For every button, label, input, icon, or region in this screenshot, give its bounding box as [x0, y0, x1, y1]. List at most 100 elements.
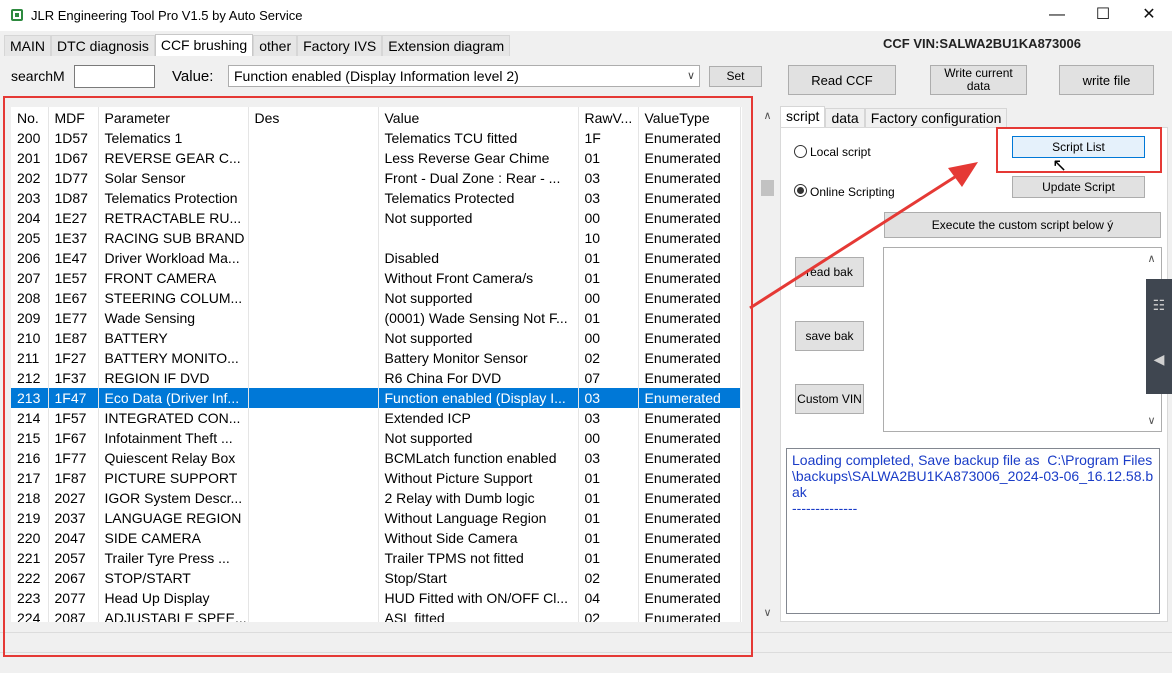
table-row[interactable]: 213 1F47 Eco Data (Driver Inf... Function e…	[11, 388, 741, 408]
tab-factory-ivs[interactable]: Factory IVS	[297, 35, 383, 56]
table-row[interactable]: 205 1E37 RACING SUB BRAND 10 Enumerated	[11, 228, 741, 248]
cell-des	[248, 448, 379, 468]
memo-scroll-up-icon[interactable]: ∧	[1142, 252, 1161, 265]
cell-rawvalue: 00	[578, 288, 639, 308]
table-row[interactable]: 208 1E67 STEERING COLUM... Not supported 00 E…	[11, 288, 741, 308]
write-current-data-button[interactable]: Write current data	[930, 65, 1027, 95]
cell-valuetype: Enumerated	[638, 588, 741, 608]
cell-value: Telematics TCU fitted	[378, 128, 579, 148]
cell-parameter: ADJUSTABLE SPEE...	[98, 608, 249, 622]
tab-data[interactable]: data	[825, 108, 865, 128]
close-button[interactable]: ✕	[1126, 0, 1172, 31]
tab-dtc-diagnosis[interactable]: DTC diagnosis	[51, 35, 155, 56]
scroll-down-icon[interactable]: ∨	[758, 606, 777, 619]
cell-des	[248, 468, 379, 488]
cell-valuetype: Enumerated	[638, 408, 741, 428]
table-row[interactable]: 224 2087 ADJUSTABLE SPEE... ASL fitted 02 Enu…	[11, 608, 741, 622]
column-header-value[interactable]: Value	[378, 107, 579, 128]
table-row[interactable]: 204 1E27 RETRACTABLE RU... Not supported 00 E…	[11, 208, 741, 228]
cell-des	[248, 268, 379, 288]
maximize-button[interactable]: ☐	[1080, 0, 1126, 31]
cell-valuetype: Enumerated	[638, 128, 741, 148]
table-row[interactable]: 219 2037 LANGUAGE REGION Without Language R…	[11, 508, 741, 528]
table-row[interactable]: 216 1F77 Quiescent Relay Box BCMLatch funct…	[11, 448, 741, 468]
scroll-up-icon[interactable]: ∧	[758, 109, 777, 122]
cell-parameter: FRONT CAMERA	[98, 268, 249, 288]
table-row[interactable]: 207 1E57 FRONT CAMERA Without Front Camera/…	[11, 268, 741, 288]
side-drawer-tab[interactable]: ☷ ◀	[1146, 279, 1172, 394]
main-tabs: MAIN DTC diagnosis CCF brushing other Fa…	[4, 34, 511, 56]
column-header-valuetype[interactable]: ValueType	[638, 107, 741, 128]
minimize-button[interactable]: —	[1034, 0, 1080, 31]
tab-ccf-brushing[interactable]: CCF brushing	[154, 34, 254, 56]
table-row[interactable]: 220 2047 SIDE CAMERA Without Side Camera 01 E…	[11, 528, 741, 548]
chevron-left-icon[interactable]: ◀	[1146, 351, 1172, 368]
table-row[interactable]: 210 1E87 BATTERY Not supported 00 Enumerated	[11, 328, 741, 348]
cell-mdf: 2077	[48, 588, 99, 608]
cell-value: BCMLatch function enabled	[378, 448, 579, 468]
value-select[interactable]: Function enabled (Display Information le…	[228, 65, 700, 87]
cell-no: 213	[11, 388, 49, 408]
tab-script[interactable]: script	[780, 106, 826, 128]
cell-mdf: 1E57	[48, 268, 99, 288]
tab-factory-configuration[interactable]: Factory configuration	[864, 108, 1008, 128]
memo-scroll-down-icon[interactable]: ∨	[1142, 414, 1161, 427]
table-row[interactable]: 211 1F27 BATTERY MONITO... Battery Monitor …	[11, 348, 741, 368]
table-row[interactable]: 203 1D87 Telematics Protection Telematics P…	[11, 188, 741, 208]
tab-other[interactable]: other	[253, 35, 298, 56]
column-header-parameter[interactable]: Parameter	[98, 107, 249, 128]
cell-parameter: Eco Data (Driver Inf...	[98, 388, 249, 408]
local-script-radio[interactable]	[794, 145, 807, 158]
online-scripting-radio[interactable]	[794, 184, 807, 197]
table-row[interactable]: 217 1F87 PICTURE SUPPORT Without Picture Su…	[11, 468, 741, 488]
script-list-button[interactable]: Script List	[1012, 136, 1145, 158]
cell-valuetype: Enumerated	[638, 248, 741, 268]
column-header-no[interactable]: No.	[11, 107, 49, 128]
table-scrollbar[interactable]: ∧ ∨	[758, 107, 777, 622]
table-row[interactable]: 218 2027 IGOR System Descr... 2 Relay with …	[11, 488, 741, 508]
cell-rawvalue: 01	[578, 528, 639, 548]
table-row[interactable]: 214 1F57 INTEGRATED CON... Extended ICP 03 En…	[11, 408, 741, 428]
cell-valuetype: Enumerated	[638, 528, 741, 548]
cell-no: 219	[11, 508, 49, 528]
write-file-button[interactable]: write file	[1059, 65, 1154, 95]
update-script-button[interactable]: Update Script	[1012, 176, 1145, 198]
cell-value: Trailer TPMS not fitted	[378, 548, 579, 568]
custom-script-textarea[interactable]: ∧ ∨	[883, 247, 1162, 432]
column-header-des[interactable]: Des	[248, 107, 379, 128]
scroll-thumb[interactable]	[761, 180, 774, 196]
cell-valuetype: Enumerated	[638, 428, 741, 448]
execute-custom-script-button[interactable]: Execute the custom script below ý	[884, 212, 1161, 238]
cell-no: 221	[11, 548, 49, 568]
table-row[interactable]: 201 1D67 REVERSE GEAR C... Less Reverse Gea…	[11, 148, 741, 168]
document-icon[interactable]: ☷	[1146, 297, 1172, 314]
table-row[interactable]: 221 2057 Trailer Tyre Press ... Trailer TPM…	[11, 548, 741, 568]
column-header-mdf[interactable]: MDF	[48, 107, 99, 128]
table-row[interactable]: 212 1F37 REGION IF DVD R6 China For DVD 07 En…	[11, 368, 741, 388]
table-row[interactable]: 200 1D57 Telematics 1 Telematics TCU fitted…	[11, 128, 741, 148]
read-ccf-button[interactable]: Read CCF	[788, 65, 896, 95]
column-header-rawvalue[interactable]: RawV...	[578, 107, 639, 128]
search-input[interactable]	[74, 65, 155, 88]
save-bak-button[interactable]: save bak	[795, 321, 864, 351]
table-row[interactable]: 215 1F67 Infotainment Theft ... Not support…	[11, 428, 741, 448]
tab-extension-diagram[interactable]: Extension diagram	[382, 35, 511, 56]
cell-rawvalue: 02	[578, 348, 639, 368]
table-row[interactable]: 209 1E77 Wade Sensing (0001) Wade Sensing N…	[11, 308, 741, 328]
table-row[interactable]: 222 2067 STOP/START Stop/Start 02 Enumerated	[11, 568, 741, 588]
cell-rawvalue: 1F	[578, 128, 639, 148]
tab-main[interactable]: MAIN	[4, 35, 51, 56]
custom-vin-button[interactable]: Custom VIN	[795, 384, 864, 414]
window-title: JLR Engineering Tool Pro V1.5 by Auto Se…	[31, 8, 303, 23]
read-bak-button[interactable]: read bak	[795, 257, 864, 287]
cell-value: Not supported	[378, 288, 579, 308]
table-row[interactable]: 223 2077 Head Up Display HUD Fitted with ON…	[11, 588, 741, 608]
table-row[interactable]: 206 1E47 Driver Workload Ma... Disabled 01 En…	[11, 248, 741, 268]
cell-value: Not supported	[378, 208, 579, 228]
cell-rawvalue: 01	[578, 548, 639, 568]
cell-des	[248, 348, 379, 368]
ccf-parameter-table[interactable]: No. MDF Parameter Des Value RawV... Valu…	[11, 107, 742, 622]
set-button[interactable]: Set	[709, 66, 762, 87]
table-row[interactable]: 202 1D77 Solar Sensor Front - Dual Zone : R…	[11, 168, 741, 188]
cell-parameter: INTEGRATED CON...	[98, 408, 249, 428]
